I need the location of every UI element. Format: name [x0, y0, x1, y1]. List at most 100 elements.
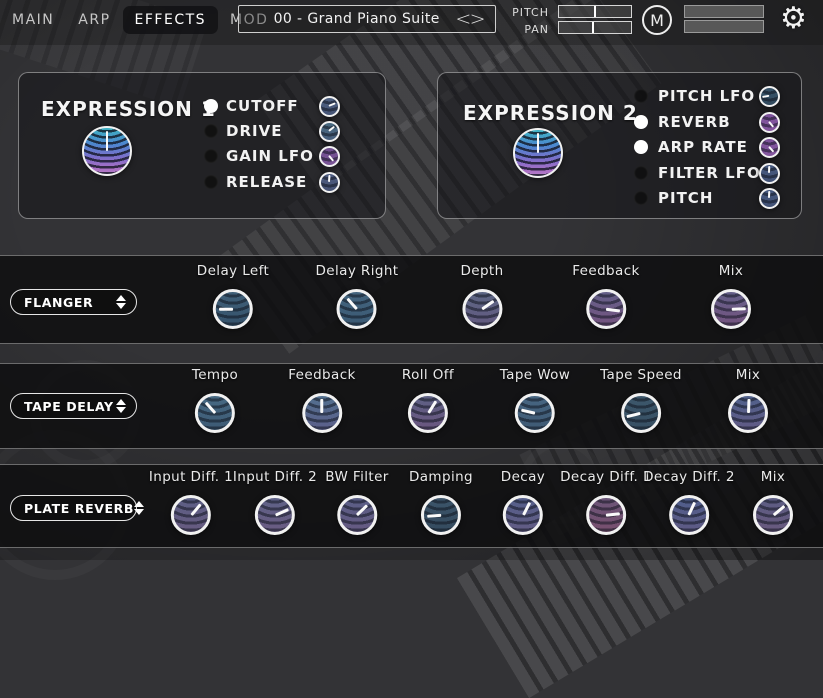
param-label: Mix — [728, 367, 768, 383]
target-label-drive: DRIVE — [226, 122, 282, 140]
param-knob-tape-speed[interactable] — [621, 393, 661, 433]
pan-slider-handle[interactable] — [592, 22, 594, 33]
knob-pointer — [356, 504, 368, 516]
pitch-label: PITCH — [509, 6, 549, 19]
target-radio-reverb[interactable] — [634, 115, 648, 129]
fx-param-mix: Mix — [753, 469, 793, 535]
fx-param-roll-off: Roll Off — [402, 367, 454, 433]
knob-pointer — [768, 166, 770, 173]
param-knob-mix[interactable] — [728, 393, 768, 433]
target-label-filter-lfo: FILTER LFO — [658, 164, 761, 182]
param-knob-depth[interactable] — [462, 289, 502, 329]
target-radio-cutoff[interactable] — [204, 99, 218, 113]
param-knob-delay-right[interactable] — [337, 289, 377, 329]
param-knob-delay-left[interactable] — [213, 289, 253, 329]
pan-slider[interactable] — [558, 21, 632, 34]
target-label-pitch-lfo: PITCH LFO — [658, 87, 755, 105]
up-down-arrows-icon — [116, 295, 126, 309]
param-label: Delay Right — [316, 263, 399, 279]
target-knob-pitch[interactable] — [759, 188, 780, 209]
param-knob-mix[interactable] — [753, 495, 793, 535]
pitch-slider[interactable] — [558, 5, 632, 18]
param-label: Decay Diff. 1 — [560, 469, 652, 485]
tab-arp[interactable]: ARP — [66, 6, 122, 34]
param-knob-input-diff-2[interactable] — [255, 495, 295, 535]
preset-selector[interactable]: 00 - Grand Piano Suite < > — [238, 5, 496, 33]
mute-button[interactable]: M — [642, 5, 672, 35]
selector-label: PLATE REVERB — [24, 501, 134, 516]
tape-delay-section: TAPE DELAY TempoFeedbackRoll OffTape Wow… — [0, 363, 823, 449]
knob-pointer — [427, 514, 441, 518]
target-radio-filter-lfo[interactable] — [634, 166, 648, 180]
knob-pointer — [731, 307, 745, 310]
target-radio-pitch-lfo[interactable] — [634, 89, 648, 103]
knob-pointer — [768, 191, 770, 198]
preset-name: 00 - Grand Piano Suite — [239, 11, 456, 27]
param-knob-input-diff-1[interactable] — [171, 495, 211, 535]
tape-delay-effect-selector[interactable]: TAPE DELAY — [10, 393, 137, 419]
tab-main[interactable]: MAIN — [0, 6, 66, 34]
param-label: Mix — [753, 469, 793, 485]
param-label: Input Diff. 1 — [149, 469, 233, 485]
target-knob-arp-rate[interactable] — [759, 137, 780, 158]
flanger-effect-selector[interactable]: FLANGER — [10, 289, 137, 315]
knob-pointer — [427, 400, 437, 414]
fx-param-delay-right: Delay Right — [316, 263, 399, 329]
plate-reverb-effect-selector[interactable]: PLATE REVERB — [10, 495, 137, 521]
expression-1-title: EXPRESSION 1 — [41, 97, 216, 121]
target-knob-filter-lfo[interactable] — [759, 163, 780, 184]
selector-label: FLANGER — [24, 295, 93, 310]
settings-gear-icon[interactable]: ⚙ — [780, 1, 807, 36]
param-knob-damping[interactable] — [421, 495, 461, 535]
target-knob-pitch-lfo[interactable] — [759, 86, 780, 107]
target-knob-reverb[interactable] — [759, 112, 780, 133]
param-knob-tape-wow[interactable] — [515, 393, 555, 433]
param-knob-decay[interactable] — [503, 495, 543, 535]
plate-reverb-section: PLATE REVERB Input Diff. 1Input Diff. 2B… — [0, 464, 823, 548]
target-knob-release[interactable] — [319, 172, 340, 193]
knob-pointer — [190, 503, 201, 516]
knob-pointer — [321, 399, 324, 413]
target-knob-cutoff[interactable] — [319, 96, 340, 117]
param-label: Mix — [711, 263, 751, 279]
tab-effects[interactable]: EFFECTS — [123, 6, 219, 34]
param-knob-tempo[interactable] — [195, 393, 235, 433]
knob-pointer — [328, 155, 334, 161]
param-label: Input Diff. 2 — [233, 469, 317, 485]
expression-2-title: EXPRESSION 2 — [463, 101, 638, 125]
fx-param-decay: Decay — [501, 469, 545, 535]
target-label-arp-rate: ARP RATE — [658, 138, 748, 156]
target-radio-drive[interactable] — [204, 124, 218, 138]
pitch-slider-handle[interactable] — [594, 6, 596, 17]
param-knob-bw-filter[interactable] — [337, 495, 377, 535]
knob-pointer — [768, 121, 774, 127]
target-radio-pitch[interactable] — [634, 191, 648, 205]
fx-param-feedback: Feedback — [288, 367, 356, 433]
preset-next-icon[interactable]: > — [470, 10, 486, 29]
knob-pointer — [521, 408, 536, 414]
fx-param-decay-diff-2: Decay Diff. 2 — [643, 469, 735, 535]
param-knob-roll-off[interactable] — [408, 393, 448, 433]
fx-param-mix: Mix — [728, 367, 768, 433]
param-knob-feedback[interactable] — [302, 393, 342, 433]
param-label: Tape Speed — [600, 367, 682, 383]
target-label-pitch: PITCH — [658, 189, 713, 207]
target-knob-drive[interactable] — [319, 121, 340, 142]
target-radio-release[interactable] — [204, 175, 218, 189]
preset-nav: < > — [456, 10, 495, 29]
output-meter-bottom — [684, 20, 764, 33]
param-label: Damping — [409, 469, 473, 485]
target-radio-arp-rate[interactable] — [634, 140, 648, 154]
expression-2-main-knob[interactable] — [513, 128, 563, 178]
pan-label: PAN — [509, 23, 549, 36]
expression-1-main-knob[interactable] — [82, 126, 132, 176]
expression-1-panel: EXPRESSION 1 CUTOFFDRIVEGAIN LFORELEASE — [18, 72, 386, 219]
target-label-gain-lfo: GAIN LFO — [226, 147, 314, 165]
target-radio-gain-lfo[interactable] — [204, 149, 218, 163]
param-knob-mix[interactable] — [711, 289, 751, 329]
param-knob-feedback[interactable] — [586, 289, 626, 329]
target-knob-gain-lfo[interactable] — [319, 146, 340, 167]
knob-pointer — [329, 103, 336, 107]
param-knob-decay-diff-2[interactable] — [669, 495, 709, 535]
param-knob-decay-diff-1[interactable] — [586, 495, 626, 535]
